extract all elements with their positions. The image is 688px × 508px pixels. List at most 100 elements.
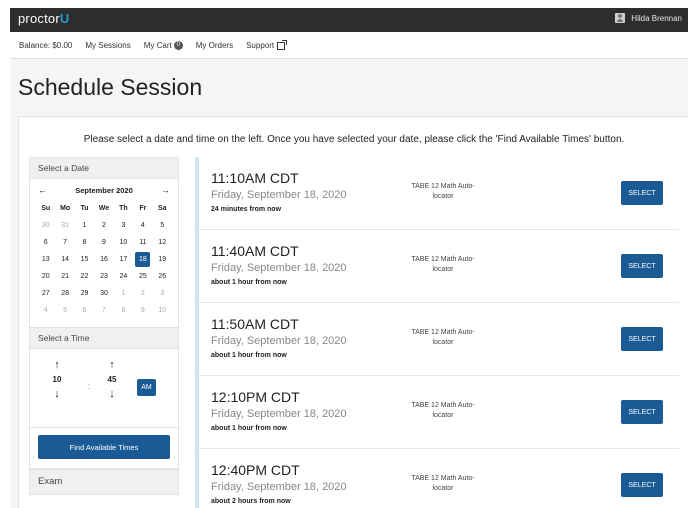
calendar-day[interactable]: 4 <box>133 217 152 234</box>
calendar-day[interactable]: 25 <box>133 268 152 285</box>
schedule-card: Please select a date and time on the lef… <box>18 116 688 508</box>
calendar-day[interactable]: 10 <box>114 234 133 251</box>
calendar-day[interactable]: 2 <box>133 285 152 302</box>
session-row: 12:40PM CDT Friday, September 18, 2020 a… <box>199 449 679 508</box>
calendar-day[interactable]: 12 <box>153 234 172 251</box>
calendar-day[interactable]: 17 <box>114 251 133 268</box>
calendar-day[interactable]: 8 <box>75 234 94 251</box>
select-session-button[interactable]: SELECT <box>621 254 663 278</box>
my-cart-link[interactable]: My Cart 0 <box>143 41 183 51</box>
proctoru-logo[interactable]: proctorU <box>18 11 69 26</box>
left-panel: Select a Date ← September 2020 → Su Mo Tu W… <box>29 157 179 495</box>
hour-down-arrow-icon[interactable]: ↓ <box>48 388 66 401</box>
weekday-label: Su <box>41 205 51 212</box>
calendar-day[interactable]: 28 <box>55 285 74 302</box>
calendar-day[interactable]: 20 <box>36 268 55 285</box>
select-session-button[interactable]: SELECT <box>621 327 663 351</box>
next-month-arrow-icon[interactable]: → <box>161 185 170 195</box>
my-cart-label: My Cart <box>143 41 172 50</box>
session-time: 11:50AM CDT <box>211 316 299 332</box>
calendar-day[interactable]: 4 <box>36 302 55 319</box>
hour-up-arrow-icon[interactable]: ↑ <box>48 359 66 372</box>
time-separator: : <box>88 382 91 391</box>
support-link[interactable]: Support <box>246 40 288 51</box>
nav-bar: Balance: $0.00 My Sessions My Cart 0 My O… <box>10 32 688 59</box>
calendar-day[interactable]: 2 <box>94 217 113 234</box>
find-available-times-button[interactable]: Find Available Times <box>38 435 170 459</box>
user-menu[interactable]: Hilda Brennan <box>615 13 682 23</box>
session-relative-time: about 1 hour from now <box>211 352 287 359</box>
select-session-button[interactable]: SELECT <box>621 181 663 205</box>
exam-header: Exam <box>29 469 179 495</box>
page-title: Schedule Session <box>18 74 203 100</box>
calendar-day[interactable]: 26 <box>153 268 172 285</box>
calendar-day[interactable]: 23 <box>94 268 113 285</box>
calendar-day[interactable]: 1 <box>114 285 133 302</box>
calendar-day[interactable]: 11 <box>133 234 152 251</box>
calendar-day[interactable]: 13 <box>36 251 55 268</box>
calendar-day[interactable]: 3 <box>114 217 133 234</box>
external-link-icon <box>277 40 288 51</box>
select-session-button[interactable]: SELECT <box>621 473 663 497</box>
cart-count-badge: 0 <box>173 41 183 51</box>
weekday-label: Tu <box>80 205 89 212</box>
calendar-day[interactable]: 16 <box>94 251 113 268</box>
calendar-day[interactable]: 10 <box>153 302 172 319</box>
app-frame: proctorU Hilda Brennan Balance: $0.00 My… <box>10 8 688 508</box>
weekday-label: We <box>98 205 110 212</box>
calendar-day[interactable]: 3 <box>153 285 172 302</box>
calendar-day[interactable]: 15 <box>75 251 94 268</box>
prev-month-arrow-icon[interactable]: ← <box>38 185 47 195</box>
calendar-day[interactable]: 22 <box>75 268 94 285</box>
my-orders-link[interactable]: My Orders <box>196 41 233 50</box>
hour-column: ↑ 10 ↓ <box>48 359 66 401</box>
calendar-day[interactable]: 7 <box>55 234 74 251</box>
calendar-day[interactable]: 8 <box>114 302 133 319</box>
weekday-label: Mo <box>60 205 71 212</box>
calendar-day[interactable]: 6 <box>75 302 94 319</box>
select-date-header: Select a Date <box>29 157 179 179</box>
calendar-day[interactable]: 30 <box>94 285 113 302</box>
session-row: 12:10PM CDT Friday, September 18, 2020 a… <box>199 376 679 449</box>
session-date: Friday, September 18, 2020 <box>211 335 347 347</box>
calendar-day[interactable]: 5 <box>153 217 172 234</box>
calendar-day[interactable]: 29 <box>75 285 94 302</box>
calendar-day[interactable]: 24 <box>114 268 133 285</box>
user-name: Hilda Brennan <box>631 13 682 23</box>
calendar-day[interactable]: 9 <box>133 302 152 319</box>
calendar-grid: Su Mo Tu We Th Fr Sa 30 31 1 2 3 4 5 6 7 8 9 10 11 12 13 14 15 1… <box>36 200 172 319</box>
minute-value: 45 <box>107 375 117 384</box>
session-relative-time: about 1 hour from now <box>211 425 287 432</box>
top-bar: proctorU Hilda Brennan <box>10 8 688 32</box>
session-date: Friday, September 18, 2020 <box>211 189 347 201</box>
select-time-header: Select a Time <box>29 327 179 349</box>
session-date: Friday, September 18, 2020 <box>211 262 347 274</box>
calendar: ← September 2020 → Su Mo Tu We Th Fr Sa 30 31 1 2 3… <box>29 179 179 327</box>
calendar-day[interactable]: 7 <box>94 302 113 319</box>
calendar-day[interactable]: 6 <box>36 234 55 251</box>
session-exam-name: TABE 12 Math Auto-locator <box>411 329 475 346</box>
ampm-toggle[interactable]: AM <box>137 379 156 396</box>
calendar-day[interactable]: 5 <box>55 302 74 319</box>
calendar-day[interactable]: 14 <box>55 251 74 268</box>
minute-down-arrow-icon[interactable]: ↓ <box>103 388 121 401</box>
session-row: 11:10AM CDT Friday, September 18, 2020 2… <box>199 157 679 230</box>
calendar-day[interactable]: 9 <box>94 234 113 251</box>
weekday-label: Fr <box>139 205 147 212</box>
calendar-day[interactable]: 19 <box>153 251 172 268</box>
weekday-label: Th <box>119 205 128 212</box>
minute-column: ↑ 45 ↓ <box>103 359 121 401</box>
my-sessions-link[interactable]: My Sessions <box>85 41 130 50</box>
session-exam-name: TABE 12 Math Auto-locator <box>411 183 475 200</box>
select-session-button[interactable]: SELECT <box>621 400 663 424</box>
calendar-day-selected[interactable]: 18 <box>133 251 152 268</box>
calendar-day[interactable]: 21 <box>55 268 74 285</box>
minute-up-arrow-icon[interactable]: ↑ <box>103 359 121 372</box>
calendar-day[interactable]: 31 <box>55 217 74 234</box>
calendar-day[interactable]: 1 <box>75 217 94 234</box>
find-times-container: Find Available Times <box>29 427 179 469</box>
calendar-day[interactable]: 30 <box>36 217 55 234</box>
balance-text: Balance: $0.00 <box>19 41 73 51</box>
calendar-day[interactable]: 27 <box>36 285 55 302</box>
session-exam-name: TABE 12 Math Auto-locator <box>411 402 475 419</box>
